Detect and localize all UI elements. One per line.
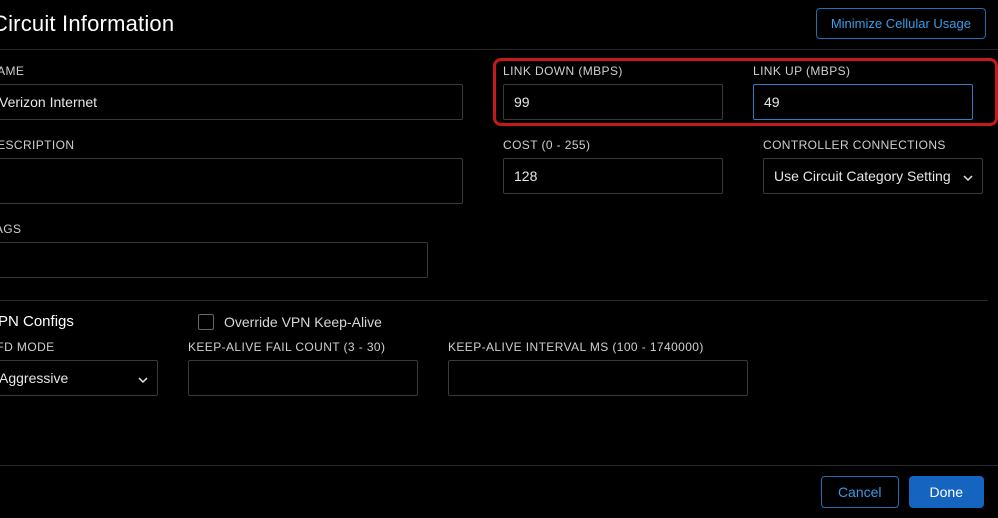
row-tags: TAGS xyxy=(0,222,988,282)
dialog-footer: Cancel Done xyxy=(0,465,998,518)
cost-label: COST (0 - 255) xyxy=(503,138,723,152)
row-desc-cost-controller: DESCRIPTION COST (0 - 255) CONTROLLER CO… xyxy=(0,138,988,204)
field-bfd-mode: BFD MODE Aggressive xyxy=(0,340,158,396)
field-link-up: LINK UP (Mbps) xyxy=(753,64,973,120)
override-keepalive-field[interactable]: Override VPN Keep-Alive xyxy=(198,314,382,330)
field-description: DESCRIPTION xyxy=(0,138,463,204)
vpn-fields-row: BFD MODE Aggressive KEEP-ALIVE FAIL COUN… xyxy=(0,340,988,396)
dialog-body: NAME LINK DOWN (Mbps) LINK UP (Mbps) DES… xyxy=(0,50,998,396)
description-input[interactable] xyxy=(0,158,463,204)
field-name: NAME xyxy=(0,64,463,120)
field-tags: TAGS xyxy=(0,222,428,278)
fail-count-label: KEEP-ALIVE FAIL COUNT (3 - 30) xyxy=(188,340,418,354)
name-label: NAME xyxy=(0,64,463,78)
dialog-title: Circuit Information xyxy=(0,11,174,37)
chevron-down-icon xyxy=(962,171,972,181)
row-name-links: NAME LINK DOWN (Mbps) LINK UP (Mbps) xyxy=(0,64,988,120)
controller-select-value: Use Circuit Category Setting xyxy=(774,168,951,184)
field-link-down: LINK DOWN (Mbps) xyxy=(503,64,723,120)
circuit-info-dialog: Circuit Information Minimize Cellular Us… xyxy=(0,0,998,518)
interval-label: KEEP-ALIVE INTERVAL MS (100 - 1740000) xyxy=(448,340,748,354)
tags-label: TAGS xyxy=(0,222,428,236)
link-down-input[interactable] xyxy=(503,84,723,120)
controller-select[interactable]: Use Circuit Category Setting xyxy=(763,158,983,194)
done-button[interactable]: Done xyxy=(909,476,984,508)
field-keepalive-interval: KEEP-ALIVE INTERVAL MS (100 - 1740000) xyxy=(448,340,748,396)
description-label: DESCRIPTION xyxy=(0,138,463,152)
controller-label: CONTROLLER CONNECTIONS xyxy=(763,138,983,152)
chevron-down-icon xyxy=(137,373,147,383)
minimize-cellular-usage-button[interactable]: Minimize Cellular Usage xyxy=(816,8,986,39)
fail-count-input[interactable] xyxy=(188,360,418,396)
bfd-mode-value: Aggressive xyxy=(0,370,68,386)
override-keepalive-label: Override VPN Keep-Alive xyxy=(224,314,382,330)
link-down-label: LINK DOWN (Mbps) xyxy=(503,64,723,78)
cost-input[interactable] xyxy=(503,158,723,194)
bfd-mode-select[interactable]: Aggressive xyxy=(0,360,158,396)
name-input[interactable] xyxy=(0,84,463,120)
vpn-configs-title: VPN Configs xyxy=(0,313,158,330)
interval-input[interactable] xyxy=(448,360,748,396)
link-up-label: LINK UP (Mbps) xyxy=(753,64,973,78)
link-speed-group: LINK DOWN (Mbps) LINK UP (Mbps) xyxy=(503,64,988,120)
cancel-button[interactable]: Cancel xyxy=(821,476,899,508)
section-separator xyxy=(0,300,988,301)
field-cost: COST (0 - 255) xyxy=(503,138,723,204)
dialog-header: Circuit Information Minimize Cellular Us… xyxy=(0,0,998,50)
field-keepalive-fail-count: KEEP-ALIVE FAIL COUNT (3 - 30) xyxy=(188,340,418,396)
override-keepalive-checkbox[interactable] xyxy=(198,314,214,330)
link-up-input[interactable] xyxy=(753,84,973,120)
tags-input[interactable] xyxy=(0,242,428,278)
bfd-mode-label: BFD MODE xyxy=(0,340,158,354)
vpn-configs-header: VPN Configs Override VPN Keep-Alive xyxy=(0,313,988,330)
field-controller-connections: CONTROLLER CONNECTIONS Use Circuit Categ… xyxy=(763,138,983,204)
